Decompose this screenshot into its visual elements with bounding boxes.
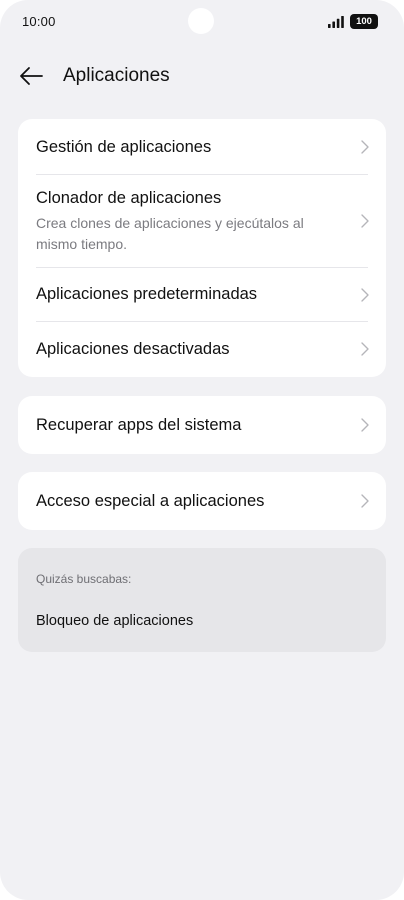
row-special-app-access-label: Acceso especial a aplicaciones xyxy=(36,492,265,510)
screen: 10:00 100 Aplicaciones Gestión de aplica… xyxy=(0,0,404,900)
back-button[interactable] xyxy=(14,60,48,92)
row-app-cloner[interactable]: Clonador de aplicaciones Crea clones de … xyxy=(18,175,386,268)
header: Aplicaciones xyxy=(0,56,404,96)
suggestions-heading: Quizás buscabas: xyxy=(36,572,132,586)
row-app-cloner-description: Crea clones de aplicaciones y ejecútalos… xyxy=(36,215,304,252)
row-special-app-access[interactable]: Acceso especial a aplicaciones xyxy=(18,472,386,530)
status-bar: 10:00 100 xyxy=(0,0,404,46)
apps-settings-card: Gestión de aplicaciones Clonador de apli… xyxy=(18,119,386,377)
row-default-apps[interactable]: Aplicaciones predeterminadas xyxy=(18,268,386,322)
row-default-apps-label: Aplicaciones predeterminadas xyxy=(36,285,258,303)
suggestion-app-lock[interactable]: Bloqueo de aplicaciones xyxy=(36,613,193,629)
suggestions-card: Quizás buscabas: Bloqueo de aplicaciones xyxy=(18,548,386,652)
row-recover-system-apps[interactable]: Recuperar apps del sistema xyxy=(18,396,386,454)
page-title: Aplicaciones xyxy=(63,65,170,86)
battery-icon: 100 xyxy=(350,14,378,29)
recover-apps-card: Recuperar apps del sistema xyxy=(18,396,386,454)
row-app-cloner-label: Clonador de aplicaciones xyxy=(36,189,222,207)
row-disabled-apps[interactable]: Aplicaciones desactivadas xyxy=(18,322,386,377)
battery-level: 100 xyxy=(356,16,372,27)
status-time: 10:00 xyxy=(22,14,56,29)
camera-cutout xyxy=(188,8,214,34)
chevron-right-icon xyxy=(361,288,369,302)
row-app-management[interactable]: Gestión de aplicaciones xyxy=(18,119,386,175)
chevron-right-icon xyxy=(361,214,369,228)
row-disabled-apps-label: Aplicaciones desactivadas xyxy=(36,340,230,358)
special-access-card: Acceso especial a aplicaciones xyxy=(18,472,386,530)
chevron-right-icon xyxy=(361,494,369,508)
row-app-management-label: Gestión de aplicaciones xyxy=(36,138,212,156)
arrow-left-icon xyxy=(20,67,43,85)
signal-bars-icon xyxy=(328,16,344,28)
row-recover-system-apps-label: Recuperar apps del sistema xyxy=(36,416,242,434)
chevron-right-icon xyxy=(361,418,369,432)
chevron-right-icon xyxy=(361,140,369,154)
chevron-right-icon xyxy=(361,342,369,356)
